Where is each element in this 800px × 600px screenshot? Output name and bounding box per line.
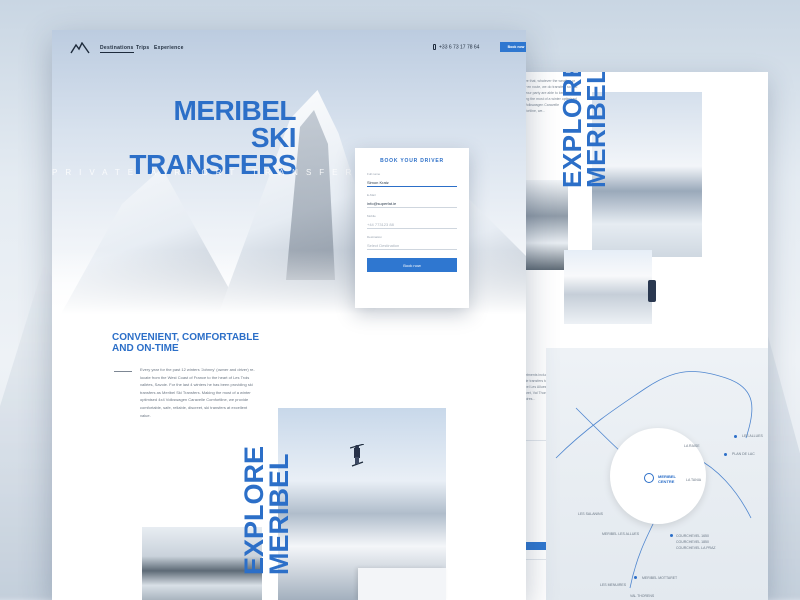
map-place-label: MERIBEL LES ALLUES bbox=[602, 532, 640, 536]
email-input[interactable] bbox=[367, 199, 457, 208]
map-place-label: LES SALANINS bbox=[578, 512, 603, 516]
book-now-button[interactable]: Book now bbox=[367, 258, 457, 272]
phone-icon bbox=[433, 44, 436, 50]
destination-label: Destination bbox=[367, 235, 383, 239]
map-center-label: MERIBEL CENTRE bbox=[658, 474, 676, 484]
map-place-dot[interactable] bbox=[634, 576, 637, 579]
map-place-label: LES MENUIRES bbox=[600, 583, 627, 587]
map-center-line2: CENTRE bbox=[658, 479, 675, 484]
map-place-dot[interactable] bbox=[670, 534, 673, 537]
mobile-input[interactable] bbox=[367, 220, 457, 229]
ski-jump-photo bbox=[278, 408, 446, 600]
nav-link-trips[interactable]: Trips bbox=[136, 45, 149, 51]
nav-link-experience[interactable]: Experience bbox=[154, 45, 184, 51]
book-now-header-button[interactable]: Book now bbox=[500, 42, 526, 52]
hero-subtitle: PRIVATE AIRPORT TRANSFERS bbox=[52, 168, 373, 177]
phone-number: +33 6 73 17 78 64 bbox=[439, 44, 480, 51]
map-place-label: VAL THORENS bbox=[630, 594, 655, 598]
secondary-page-mockup: ensure that, whatever the weather or del… bbox=[508, 72, 768, 600]
map-pin-icon[interactable] bbox=[644, 473, 654, 483]
map-place-dot[interactable] bbox=[724, 453, 727, 456]
intro-heading: CONVENIENT, COMFORTABLE AND ON-TIME bbox=[112, 332, 260, 354]
map-place-label: COURCHEVEL 1850 bbox=[676, 540, 709, 544]
map-place-label: PLAN DE LAC bbox=[732, 452, 755, 456]
intro-paragraph: Every year for the past 12 winters 'John… bbox=[140, 367, 255, 418]
nav-link-destinations[interactable]: Destinations bbox=[100, 45, 134, 53]
booking-form: BOOK YOUR DRIVER Full name E-Mail Mobile… bbox=[355, 148, 469, 308]
mobile-field: Mobile bbox=[367, 214, 457, 229]
hero-title-line1: MERIBEL bbox=[173, 95, 297, 126]
email-field: E-Mail bbox=[367, 193, 457, 208]
booking-form-title: BOOK YOUR DRIVER bbox=[380, 158, 444, 164]
ski-jump-ramp bbox=[358, 568, 446, 600]
map-place-label: LA RAISE bbox=[684, 444, 700, 448]
map-place-label: MERIBEL MOTTARET bbox=[642, 576, 678, 580]
skier-figure bbox=[350, 444, 364, 467]
secondary-road-photo bbox=[522, 180, 568, 270]
secondary-hiker-photo bbox=[564, 250, 652, 324]
map-place-dot[interactable] bbox=[734, 435, 737, 438]
secondary-explore-line2: MERIBEL bbox=[581, 72, 611, 188]
map-place-label: LA TANIA bbox=[686, 478, 702, 482]
map-place-label: COURCHEVEL LA PRAZ bbox=[676, 546, 716, 550]
mountain-logo-icon[interactable] bbox=[70, 42, 90, 54]
hiker-figure bbox=[648, 280, 656, 302]
phone-contact[interactable]: +33 6 73 17 78 64 bbox=[433, 44, 479, 50]
destination-field: Destination bbox=[367, 235, 457, 250]
resort-map[interactable]: MERIBEL CENTRE LES ALLUES PLAN DE LAC LA… bbox=[546, 348, 768, 600]
destination-select[interactable] bbox=[367, 241, 457, 250]
top-navigation: Destinations Trips Experience +33 6 73 1… bbox=[70, 42, 526, 56]
full-name-label: Full name bbox=[367, 172, 381, 176]
secondary-explore-title: EXPLORE MERIBEL bbox=[557, 72, 611, 188]
email-label: E-Mail bbox=[367, 193, 376, 197]
intro-divider bbox=[114, 371, 132, 372]
mobile-label: Mobile bbox=[367, 214, 376, 218]
explore-meribel-title: EXPLORE MERIBEL bbox=[239, 446, 294, 576]
full-name-input[interactable] bbox=[367, 178, 457, 187]
full-name-field: Full name bbox=[367, 172, 457, 187]
explore-title-line2: MERIBEL bbox=[264, 453, 294, 576]
hero-title: MERIBEL SKI TRANSFERS bbox=[86, 95, 297, 179]
main-page-mockup: Destinations Trips Experience +33 6 73 1… bbox=[52, 30, 526, 600]
map-place-label: LES ALLUES bbox=[742, 434, 763, 438]
map-place-label: COURCHEVEL 1650 bbox=[676, 534, 709, 538]
